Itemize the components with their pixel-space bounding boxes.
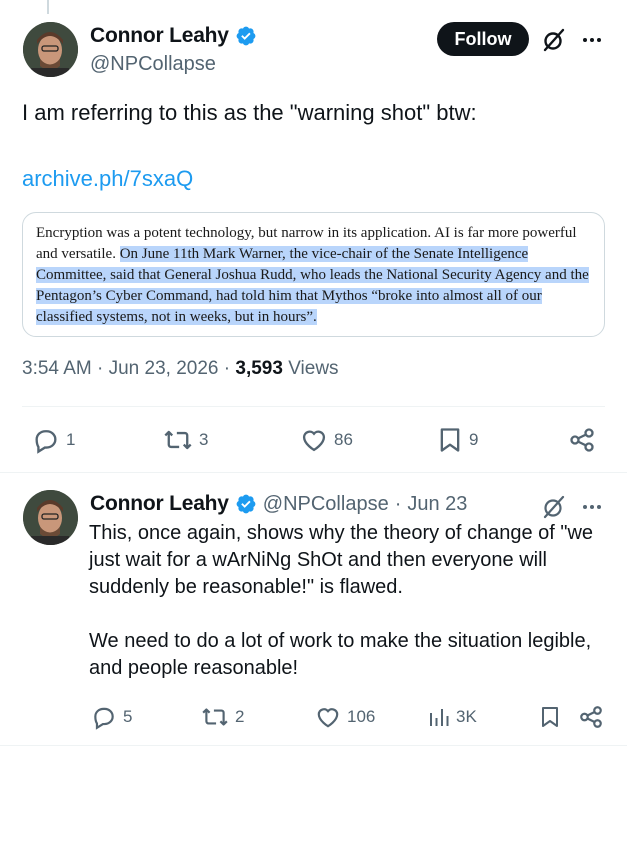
bookmark-icon (440, 428, 460, 452)
bookmark-count: 9 (469, 430, 479, 449)
divider (0, 472, 627, 473)
reply-paragraph: We need to do a lot of work to make the … (89, 630, 592, 679)
tweet-date[interactable]: Jun 23, 2026 (109, 358, 219, 379)
repost-icon (164, 430, 192, 450)
follow-button[interactable]: Follow (437, 22, 529, 56)
reply-paragraph: This, once again, shows why the theory o… (89, 522, 594, 598)
share-icon[interactable] (568, 426, 596, 454)
like-icon (302, 430, 326, 452)
verified-badge-icon (236, 26, 256, 46)
grok-icon[interactable] (541, 494, 567, 520)
view-count: 3,593 (235, 358, 283, 379)
author-name-row: Connor Leahy (90, 24, 257, 48)
tweet-link[interactable]: archive.ph/7sxaQ (22, 166, 193, 192)
views-label: Views (288, 358, 339, 379)
bookmark-icon[interactable] (539, 704, 561, 730)
tweet-time[interactable]: 3:54 AM (22, 358, 92, 379)
reply-avatar[interactable] (23, 490, 78, 545)
like-count: 86 (334, 430, 353, 449)
analytics-icon (430, 709, 449, 726)
grok-icon[interactable] (541, 27, 567, 53)
share-icon[interactable] (578, 704, 604, 730)
image-excerpt: Encryption was a potent technology, but … (36, 223, 596, 328)
like-icon (317, 708, 339, 728)
tweet-text: I am referring to this as the "warning s… (22, 100, 477, 125)
repost-button[interactable]: 2 (201, 704, 244, 730)
like-count: 106 (347, 707, 376, 726)
reply-count: 1 (66, 430, 76, 449)
reply-button[interactable]: 5 (91, 704, 132, 730)
divider (0, 745, 627, 746)
more-options-icon[interactable] (581, 496, 603, 518)
reply-icon (35, 430, 57, 454)
tweet-image[interactable]: Encryption was a potent technology, but … (22, 212, 605, 337)
bookmark-button[interactable]: 9 (437, 426, 478, 454)
reply-icon (94, 707, 114, 730)
views-button[interactable]: 3K (428, 704, 477, 730)
repost-button[interactable]: 3 (163, 426, 208, 454)
author-handle[interactable]: @NPCollapse (90, 53, 216, 76)
verified-badge-icon (236, 494, 256, 514)
tweet-meta: 3:54 AM · Jun 23, 2026 · 3,593 Views (22, 358, 339, 379)
thread-connector (47, 0, 49, 14)
reply-header: Connor Leahy @NPCollapse · Jun 23 (90, 492, 467, 516)
divider (22, 406, 605, 407)
repost-count: 2 (235, 707, 245, 726)
repost-count: 3 (199, 430, 209, 449)
reply-author-handle[interactable]: @NPCollapse (263, 493, 389, 516)
separator-dot: · (394, 492, 402, 515)
avatar[interactable] (23, 22, 78, 77)
like-button[interactable]: 106 (315, 704, 375, 730)
reply-button[interactable]: 1 (32, 426, 75, 454)
reply-count: 5 (123, 707, 133, 726)
author-name[interactable]: Connor Leahy (90, 24, 229, 48)
repost-icon (202, 708, 228, 726)
more-options-icon[interactable] (581, 29, 603, 51)
view-count: 3K (456, 707, 477, 726)
like-button[interactable]: 86 (300, 426, 353, 454)
reply-text: This, once again, shows why the theory o… (89, 520, 599, 682)
reply-date[interactable]: Jun 23 (407, 493, 467, 516)
reply-author-name[interactable]: Connor Leahy (90, 492, 229, 516)
